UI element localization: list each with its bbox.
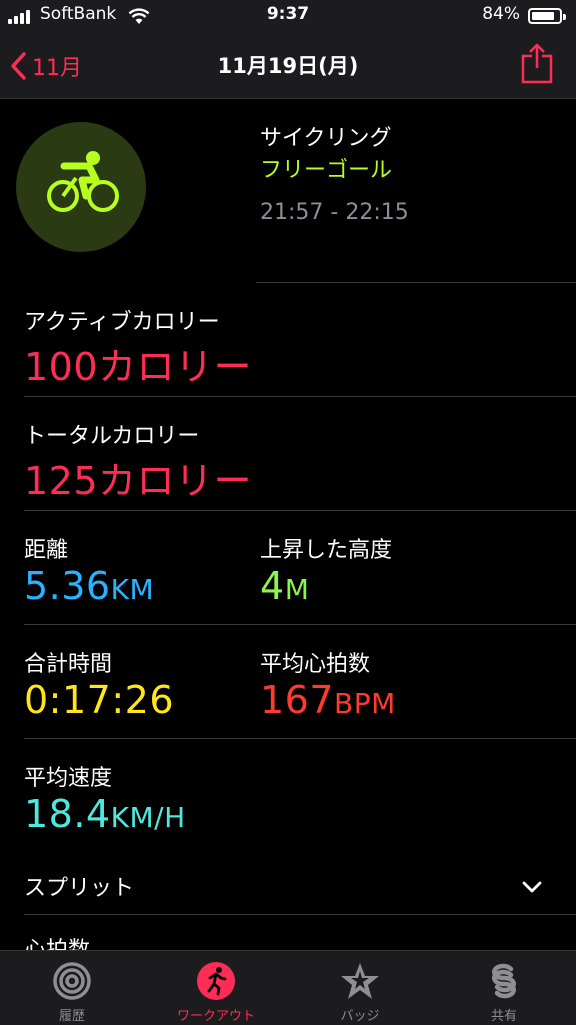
battery-icon [528,8,566,24]
total-calories-value: 125カロリー [24,459,253,503]
divider [24,914,576,915]
total-calories-label: トータルカロリー [24,424,200,449]
divider [24,624,576,625]
avg-speed-label: 平均速度 [24,766,113,791]
speed-unit: KM/H [110,801,186,834]
active-calories-value: 100カロリー [24,345,253,389]
share-icon[interactable] [520,42,554,84]
workout-time-range: 21:57 - 22:15 [260,200,409,225]
divider [24,510,576,511]
tab-workouts-label: ワークアウト [176,1009,255,1024]
workout-type: サイクリング [260,126,392,151]
runner-icon [197,962,235,1000]
divider [24,396,576,397]
divider [256,282,576,283]
page-title: 11月19日(月) [217,54,359,78]
avg-speed-value: 18.4KM/H [24,792,186,836]
tab-badges-label: バッジ [340,1009,380,1024]
cycling-icon [16,122,146,252]
tab-badges[interactable]: バッジ [288,951,432,1025]
chevron-down-icon[interactable] [522,880,542,894]
tab-history-label: 履歴 [58,1009,85,1024]
battery-percent: 84% [482,4,520,24]
tab-bar: 履歴 ワークアウト バッジ 共有 [0,950,576,1025]
tab-sharing[interactable]: 共有 [432,951,576,1025]
total-time-value: 0:17:26 [24,678,174,722]
tab-history[interactable]: 履歴 [0,951,144,1025]
star-badge-icon [341,963,379,999]
distance-unit: KM [110,573,155,606]
avg-heart-rate-value: 167BPM [260,678,396,722]
workout-goal: フリーゴール [260,158,393,183]
divider [24,738,576,739]
navigation-bar: 11月 11月19日(月) [0,32,576,99]
sharing-icon [492,963,516,999]
heart-rate-unit: BPM [334,687,396,720]
elevation-unit: M [284,573,310,606]
distance-value: 5.36KM [24,564,155,608]
active-calories-label: アクティブカロリー [24,310,220,335]
elevation-value: 4M [260,564,310,608]
tab-workouts[interactable]: ワークアウト [144,951,288,1025]
elevation-label: 上昇した高度 [260,538,393,563]
splits-row[interactable]: スプリット [24,870,134,902]
tab-sharing-label: 共有 [490,1009,517,1024]
avg-heart-rate-label: 平均心拍数 [260,652,371,677]
distance-label: 距離 [24,538,69,563]
status-bar: SoftBank 9:37 84% [0,0,576,32]
rings-icon [53,962,91,1000]
total-time-label: 合計時間 [24,652,113,677]
